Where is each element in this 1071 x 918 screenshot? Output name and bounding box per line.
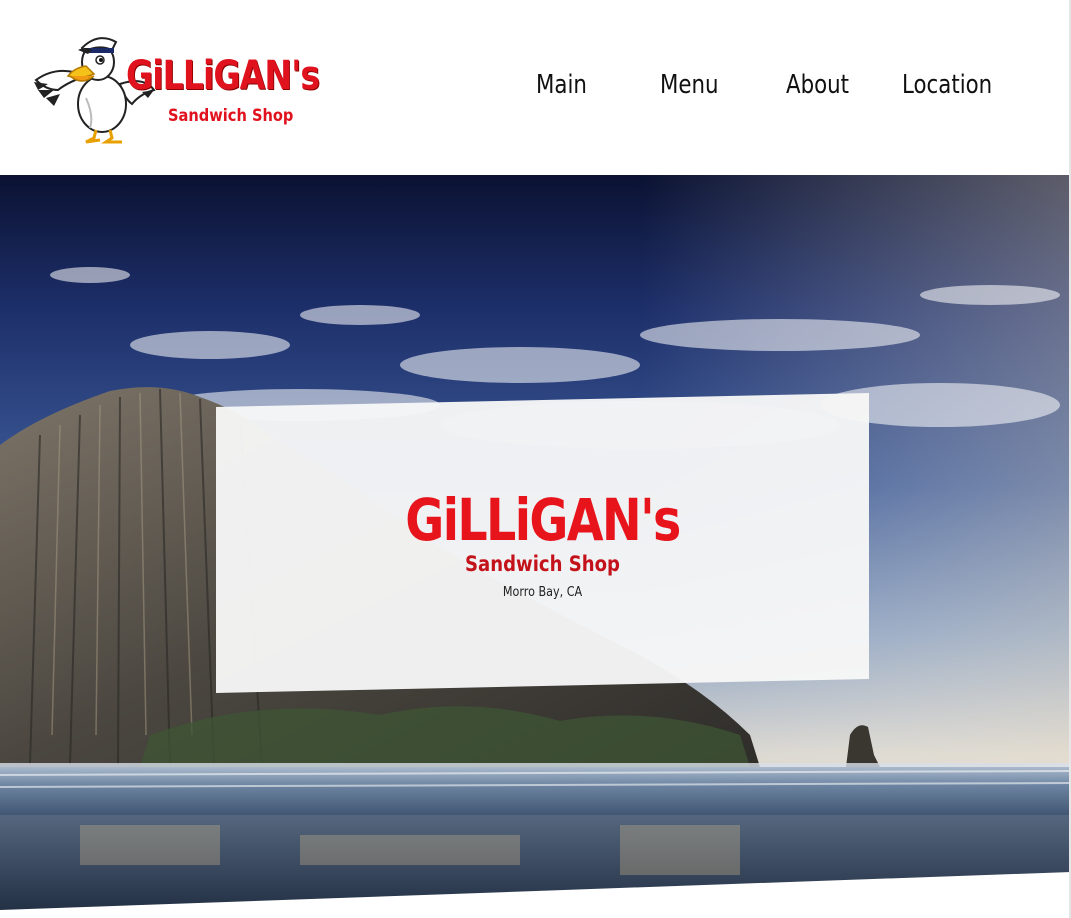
hero-title: GiLLiGAN's <box>405 486 681 554</box>
logo-tagline: Sandwich Shop <box>168 106 294 126</box>
nav-item-main[interactable]: Main <box>536 66 587 104</box>
nav-item-about[interactable]: About <box>786 66 849 104</box>
nav-item-menu[interactable]: Menu <box>660 66 719 104</box>
hero-card: GiLLiGAN's Sandwich Shop Morro Bay, CA <box>216 393 869 693</box>
hero-subtitle: Sandwich Shop <box>465 552 620 576</box>
hero-section: GiLLiGAN's Sandwich Shop Morro Bay, CA <box>0 175 1069 918</box>
page: GiLLiGAN's Sandwich Shop Main Menu About… <box>0 0 1071 918</box>
nav-item-location[interactable]: Location <box>902 66 992 104</box>
site-header: GiLLiGAN's Sandwich Shop Main Menu About… <box>0 0 1069 175</box>
main-nav: Main Menu About Location <box>0 66 1069 106</box>
hero-location: Morro Bay, CA <box>502 585 583 600</box>
